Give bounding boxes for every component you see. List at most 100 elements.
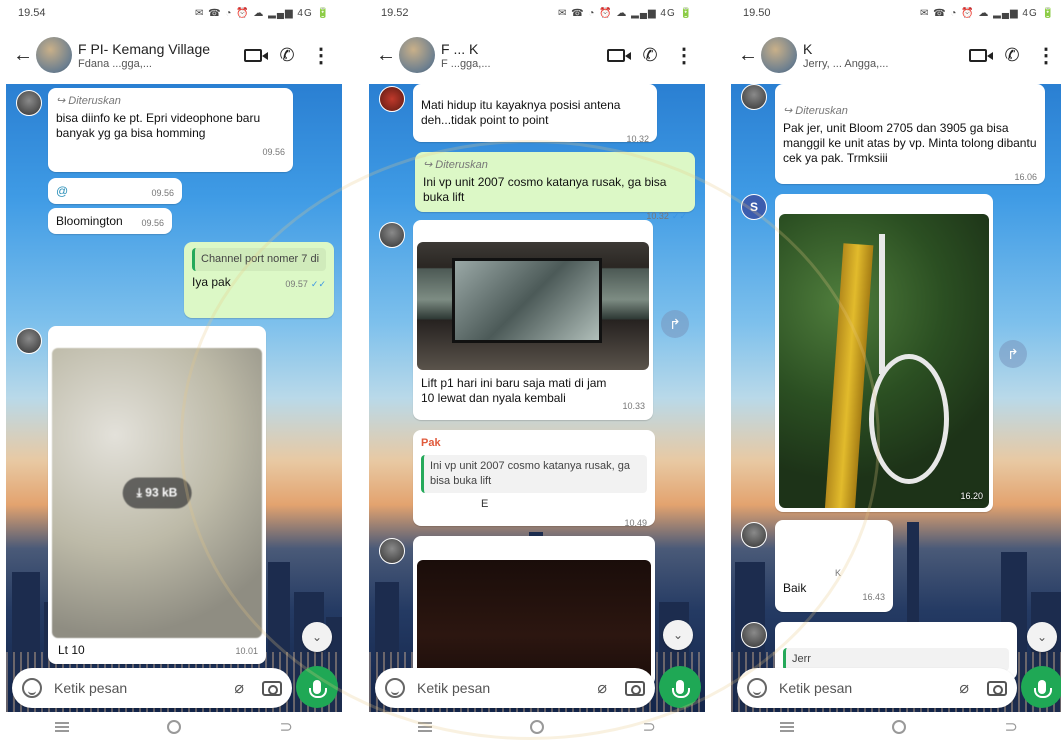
emoji-icon[interactable] xyxy=(22,678,42,698)
home-icon[interactable] xyxy=(530,720,545,734)
voice-record-button[interactable] xyxy=(296,666,338,708)
video-call-button[interactable] xyxy=(599,38,633,72)
chevron-double-down-icon: ⌄ xyxy=(311,630,323,644)
camera-icon[interactable] xyxy=(625,680,645,696)
message-bubble[interactable]: Mati hidup itu kayaknya posisi antena de… xyxy=(413,84,657,144)
read-receipt-icon: ✓✓ xyxy=(310,279,326,289)
paperclip-icon[interactable]: ⌀ xyxy=(234,678,244,698)
scroll-to-bottom-button[interactable]: ⌄ xyxy=(1027,622,1057,652)
message-text: Ini vp unit 2007 cosmo katanya rusak, ga… xyxy=(423,175,667,204)
kebab-menu-icon: ⋮ xyxy=(311,44,331,67)
chat-area[interactable]: ↪ Diteruskan bisa diinfo ke pt. Epri vid… xyxy=(6,84,342,712)
camera-icon[interactable] xyxy=(987,680,1007,696)
chat-area[interactable]: Mati hidup itu kayaknya posisi antena de… xyxy=(369,84,705,712)
back-nav-icon[interactable]: ⊃ xyxy=(1004,717,1017,737)
chat-header: ← K Jerry, ... Angga,... ✆ ⋮ xyxy=(731,26,1061,84)
image-caption: Lift p1 hari ini baru saja mati di jam 1… xyxy=(421,376,607,405)
voice-call-button[interactable]: ✆ xyxy=(633,38,667,72)
message-bubble[interactable]: Bloomington 09.56 xyxy=(48,208,172,234)
paperclip-icon[interactable]: ⌀ xyxy=(597,678,607,698)
chat-title-area[interactable]: F ... K F ...gga,... xyxy=(441,41,599,70)
chat-title-area[interactable]: F PI- Kemang Village Fdana ...gga,... xyxy=(78,41,236,70)
chat-area[interactable]: ↪ Diteruskan Pak jer, unit Bloom 2705 da… xyxy=(731,84,1061,712)
chat-title-area[interactable]: K Jerry, ... Angga,... xyxy=(803,41,961,70)
image-message-bubble[interactable]: Lift p1 hari ini baru saja mati di jam 1… xyxy=(413,220,653,420)
forward-arrow-icon: ↱ xyxy=(1007,345,1019,362)
more-options-button[interactable]: ⋮ xyxy=(1029,38,1061,72)
chat-title: F PI- Kemang Village xyxy=(78,40,211,57)
image-message-bubble[interactable] xyxy=(413,536,655,686)
quoted-message[interactable]: Ini vp unit 2007 cosmo katanya rusak, ga… xyxy=(421,455,647,493)
more-options-button[interactable]: ⋮ xyxy=(304,38,338,72)
camera-icon[interactable] xyxy=(262,680,282,696)
home-icon[interactable] xyxy=(167,720,182,734)
message-bubble[interactable]: K Baik 16.43 xyxy=(775,520,893,612)
status-bar: 19.50 ✉ ☎ ◔ ⏰ ☁ ▂▄▆ 4G 🔋 xyxy=(731,0,1061,26)
message-time: 09.56 xyxy=(151,188,174,198)
message-bubble-outgoing[interactable]: Channel port nomer 7 di Iya pak 09.57 ✓✓ xyxy=(184,242,334,318)
download-button[interactable]: ⤓ 93 kB xyxy=(122,477,192,509)
message-bubble[interactable]: Pak Ini vp unit 2007 cosmo katanya rusak… xyxy=(413,430,655,528)
scroll-to-bottom-button[interactable]: ⌄ xyxy=(302,622,332,652)
phone-icon: ✆ xyxy=(279,44,295,65)
sender-avatar-initial[interactable]: S xyxy=(741,194,767,220)
quoted-message[interactable]: Channel port nomer 7 di xyxy=(192,248,326,271)
message-composer: Ketik pesan ⌀ xyxy=(375,668,655,708)
group-avatar[interactable] xyxy=(399,37,435,73)
emoji-icon[interactable] xyxy=(385,678,405,698)
sender-avatar[interactable] xyxy=(379,222,405,248)
voice-record-button[interactable] xyxy=(659,666,701,708)
paperclip-icon[interactable]: ⌀ xyxy=(959,678,969,698)
message-bubble[interactable]: ↪ Diteruskan bisa diinfo ke pt. Epri vid… xyxy=(48,88,293,172)
blurred-image-thumbnail[interactable]: ⤓ 93 kB xyxy=(52,348,262,638)
forward-button[interactable]: ↱ xyxy=(999,340,1027,368)
recent-apps-icon[interactable] xyxy=(780,722,795,732)
message-bubble-outgoing[interactable]: ↪ Diteruskan Ini vp unit 2007 cosmo kata… xyxy=(415,152,695,221)
phone-screen-1: 19.54 ✉ ☎ ◔ ⏰ ☁ ▂▄▆ 4G 🔋 ← F PI- Kemang … xyxy=(6,0,342,742)
message-input[interactable]: Ketik pesan xyxy=(779,680,959,696)
sender-avatar[interactable] xyxy=(741,622,767,648)
pole-cable-photo[interactable]: 16.20 xyxy=(779,214,989,508)
back-arrow-icon[interactable]: ← xyxy=(12,44,34,67)
back-arrow-icon[interactable]: ← xyxy=(375,44,397,67)
time-text: 10.32 xyxy=(646,211,669,221)
sender-avatar[interactable] xyxy=(379,538,405,564)
group-avatar[interactable] xyxy=(36,37,72,73)
phone-screen-3: 19.50 ✉ ☎ ◔ ⏰ ☁ ▂▄▆ 4G 🔋 ← K Jerry, ... … xyxy=(731,0,1061,742)
sender-avatar[interactable] xyxy=(741,522,767,548)
sender-avatar[interactable] xyxy=(379,86,405,112)
sender-avatar[interactable] xyxy=(16,328,42,354)
sender-avatar[interactable] xyxy=(16,90,42,116)
back-nav-icon[interactable]: ⊃ xyxy=(279,717,292,737)
message-bubble[interactable]: ↪ Diteruskan Pak jer, unit Bloom 2705 da… xyxy=(775,84,1045,184)
more-options-button[interactable]: ⋮ xyxy=(667,38,701,72)
home-icon[interactable] xyxy=(892,720,907,734)
scroll-to-bottom-button[interactable]: ⌄ xyxy=(663,620,693,650)
back-nav-icon[interactable]: ⊃ xyxy=(642,717,655,737)
back-arrow-icon[interactable]: ← xyxy=(737,44,759,67)
recent-apps-icon[interactable] xyxy=(418,722,433,732)
video-call-button[interactable] xyxy=(961,38,995,72)
message-bubble[interactable]: @ 09.56 xyxy=(48,178,182,204)
sender-avatar[interactable] xyxy=(741,84,767,110)
monitor-photo[interactable] xyxy=(417,242,649,370)
group-avatar[interactable] xyxy=(761,37,797,73)
forwarded-label: ↪ Diteruskan xyxy=(423,159,488,171)
video-call-button[interactable] xyxy=(236,38,270,72)
status-time: 19.50 xyxy=(743,7,771,19)
message-time: 10.32 ✓✓ xyxy=(646,209,687,224)
image-message-bubble[interactable]: 16.20 xyxy=(775,194,993,512)
message-time: 16.43 xyxy=(862,592,885,602)
voice-call-button[interactable]: ✆ xyxy=(995,38,1029,72)
emoji-icon[interactable] xyxy=(747,678,767,698)
voice-call-button[interactable]: ✆ xyxy=(270,38,304,72)
forward-button[interactable]: ↱ xyxy=(661,310,689,338)
image-message-bubble[interactable]: ⤓ 93 kB Lt 10 10.01 xyxy=(48,326,266,664)
phone-screen-2: 19.52 ✉ ☎ ◔ ⏰ ☁ ▂▄▆ 4G 🔋 ← F ... K F ...… xyxy=(369,0,705,742)
message-input[interactable]: Ketik pesan xyxy=(417,680,597,696)
mention-text: @ xyxy=(56,184,69,198)
voice-record-button[interactable] xyxy=(1021,666,1061,708)
recent-apps-icon[interactable] xyxy=(55,722,70,732)
message-input[interactable]: Ketik pesan xyxy=(54,680,234,696)
message-time: 10.32 xyxy=(626,134,649,144)
